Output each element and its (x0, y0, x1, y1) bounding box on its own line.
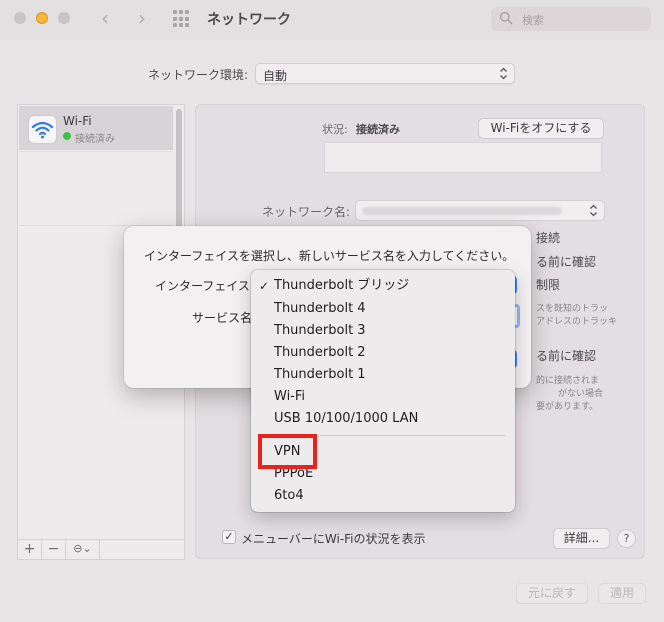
vpn-highlight-box (258, 434, 317, 469)
menu-item-label: Thunderbolt 4 (274, 301, 366, 316)
title-bar: ‹ › ネットワーク 検索 (0, 0, 664, 40)
menu-item-usb-lan[interactable]: USB 10/100/1000 LAN (251, 408, 515, 430)
search-placeholder: 検索 (522, 14, 544, 27)
updown-chevron-icon (590, 204, 597, 217)
search-icon (499, 11, 513, 25)
network-name-label: ネットワーク名: (262, 205, 351, 219)
menu-item-label: USB 10/100/1000 LAN (274, 411, 419, 426)
network-preferences-window: ‹ › ネットワーク 検索 ネットワーク環境: 自動 Wi-Fi 接続済み + … (0, 0, 664, 622)
menu-item-label: Wi-Fi (274, 389, 306, 404)
forward-chevron-icon[interactable]: › (132, 8, 152, 30)
service-status: 接続済み (75, 134, 115, 145)
add-service-button[interactable]: + (18, 540, 42, 559)
scrollbar-thumb[interactable] (176, 109, 182, 229)
wifi-icon (28, 115, 57, 144)
option-fragment: 的に接続されま (536, 376, 600, 386)
show-wifi-status-checkbox[interactable]: ✓ (222, 530, 236, 544)
blurred-network-name (362, 207, 562, 215)
help-button[interactable]: ? (617, 529, 636, 548)
menu-item-thunderbolt-bridge[interactable]: ✓ Thunderbolt ブリッジ (251, 275, 515, 297)
advanced-button[interactable]: 詳細... (553, 528, 610, 549)
option-fragment: る前に確認 (536, 255, 597, 269)
window-title: ネットワーク (207, 12, 291, 28)
status-value: 接続済み (356, 123, 400, 136)
option-fragment: る前に確認 (536, 349, 597, 363)
service-name: Wi-Fi (63, 114, 92, 128)
menu-item-6to4[interactable]: 6to4 (251, 485, 515, 507)
show-wifi-status-label: メニューバーにWi-Fiの状況を表示 (241, 532, 426, 546)
revert-button[interactable]: 元に戻す (516, 583, 588, 604)
menu-item-thunderbolt-1[interactable]: Thunderbolt 1 (251, 364, 515, 386)
menu-item-thunderbolt-4[interactable]: Thunderbolt 4 (251, 298, 515, 320)
option-fragment: がない場合 (558, 389, 604, 399)
menu-item-label: 6to4 (274, 488, 304, 503)
location-value: 自動 (263, 69, 288, 83)
location-label: ネットワーク環境: (148, 68, 249, 82)
checkmark-icon: ✓ (259, 279, 270, 293)
network-name-select[interactable] (355, 200, 605, 221)
connected-status-dot (63, 132, 71, 140)
service-list-toolbar: + − ⊖⌄ (17, 540, 185, 560)
apply-button[interactable]: 適用 (598, 583, 646, 604)
menu-item-label: Thunderbolt 1 (274, 367, 366, 382)
remove-service-button[interactable]: − (42, 540, 66, 559)
option-fragment: スを既知のトラッ (536, 304, 609, 314)
action-menu-button[interactable]: ⊖⌄ (66, 540, 100, 559)
menu-item-label: Thunderbolt 2 (274, 345, 366, 360)
list-divider (19, 151, 173, 152)
interface-label: インターフェイス (155, 279, 250, 293)
interface-popup-menu: ✓ Thunderbolt ブリッジ Thunderbolt 4 Thunder… (251, 270, 515, 512)
status-label: 状況: (322, 123, 348, 136)
turn-wifi-off-button[interactable]: Wi-Fiをオフにする (478, 118, 604, 139)
location-select[interactable]: 自動 (255, 63, 515, 84)
option-fragment: アドレスのトラッキ (536, 317, 618, 327)
updown-chevron-icon (500, 67, 507, 80)
sheet-message: インターフェイスを選択し、新しいサービス名を入力してください。 (144, 249, 515, 263)
option-fragment: 接続 (536, 231, 561, 245)
close-button[interactable] (14, 12, 26, 24)
menu-item-thunderbolt-2[interactable]: Thunderbolt 2 (251, 342, 515, 364)
service-name-label: サービス名 (192, 311, 253, 325)
option-fragment: 制限 (536, 278, 561, 292)
minimize-button[interactable] (36, 12, 48, 24)
option-fragment: 要があります。 (536, 402, 599, 412)
service-item-wifi[interactable]: Wi-Fi 接続済み (19, 106, 173, 150)
menu-item-label: Thunderbolt ブリッジ (274, 278, 410, 293)
menu-item-label: Thunderbolt 3 (274, 323, 366, 338)
search-field[interactable]: 検索 (491, 7, 651, 31)
status-description-box (324, 142, 602, 173)
menu-item-thunderbolt-3[interactable]: Thunderbolt 3 (251, 320, 515, 342)
menu-item-wifi[interactable]: Wi-Fi (251, 386, 515, 408)
show-all-grid-icon[interactable] (173, 10, 191, 28)
back-chevron-icon[interactable]: ‹ (95, 8, 115, 30)
zoom-button[interactable] (58, 12, 70, 24)
